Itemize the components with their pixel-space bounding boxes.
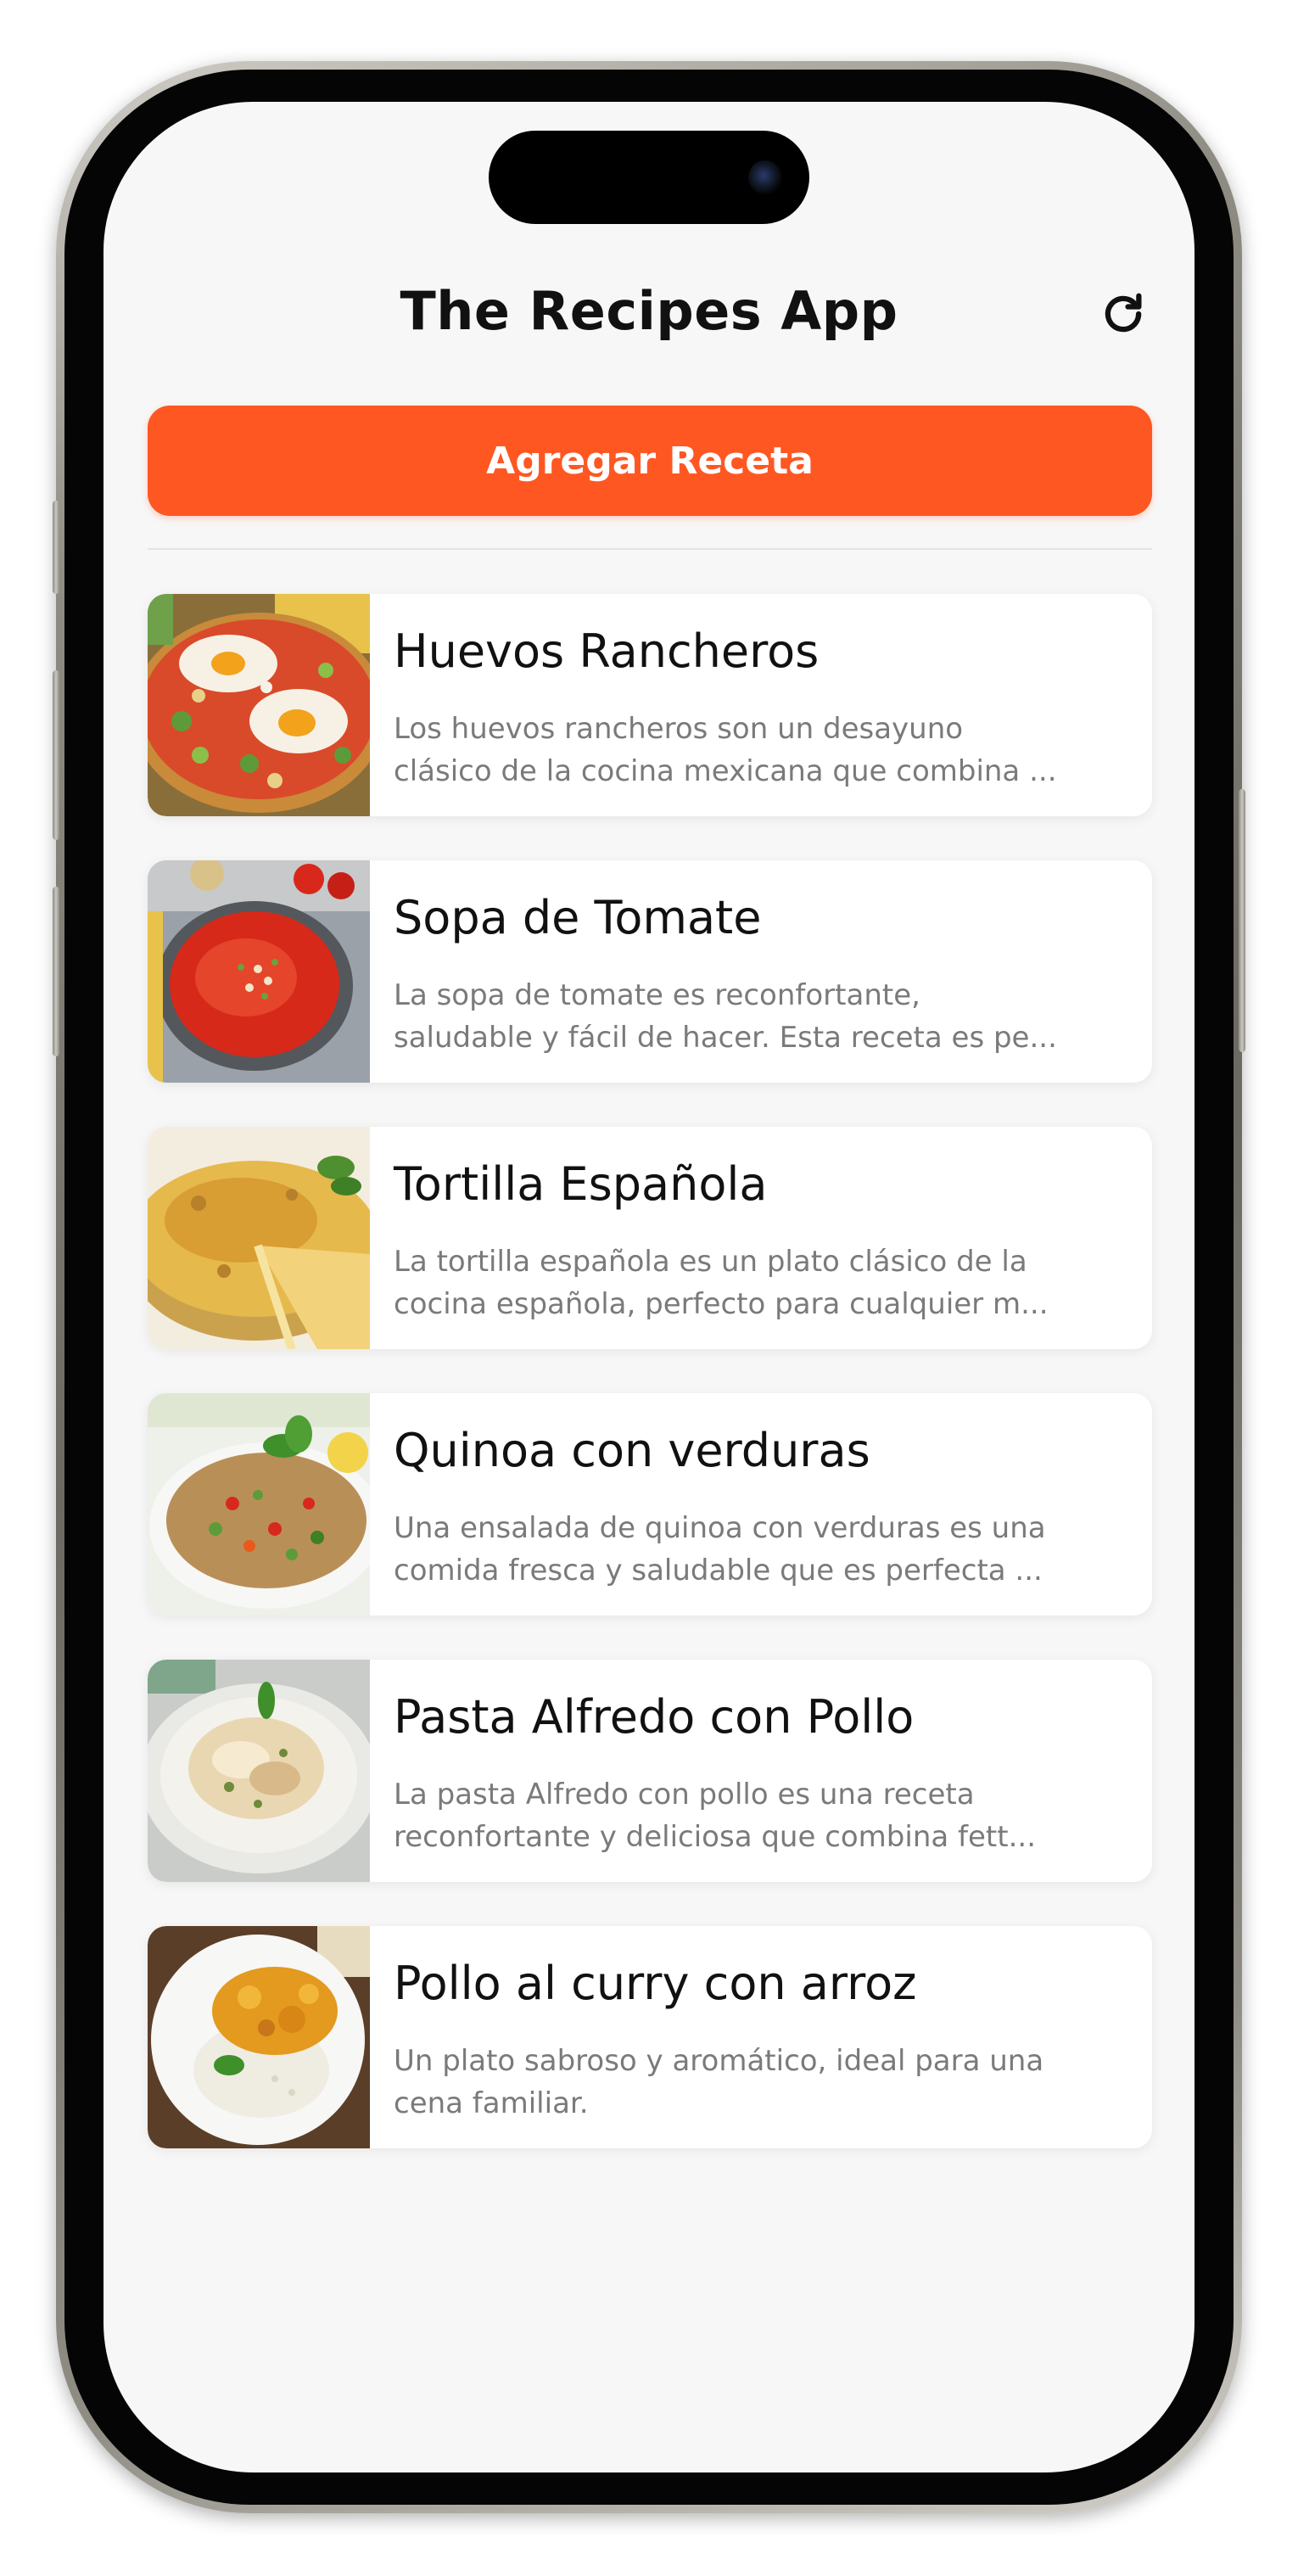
recipe-description-line: La sopa de tomate es reconfortante, bbox=[394, 978, 920, 1012]
recipe-description: Una ensalada de quinoa con verduras es u… bbox=[394, 1507, 1072, 1592]
recipe-description-line: clásico de la cocina mexicana que combin… bbox=[394, 754, 1057, 788]
action-button bbox=[53, 501, 59, 594]
recipe-image-pollo-al-curry-con-arroz bbox=[148, 1926, 370, 2148]
recipe-title: Tortilla Española bbox=[394, 1157, 768, 1211]
recipe-description-line: reconfortante y deliciosa que combina fe… bbox=[394, 1820, 1036, 1854]
recipe-description-line: La pasta Alfredo con pollo es una receta bbox=[394, 1778, 975, 1812]
recipe-title: Huevos Rancheros bbox=[394, 624, 820, 678]
dynamic-island bbox=[489, 131, 809, 224]
recipe-image-quinoa-con-verduras bbox=[148, 1393, 370, 1616]
recipe-description: La pasta Alfredo con pollo es una receta… bbox=[394, 1773, 1072, 1858]
recipe-title: Sopa de Tomate bbox=[394, 891, 762, 944]
recipe-description: La sopa de tomate es reconfortante, salu… bbox=[394, 974, 1072, 1059]
divider bbox=[148, 548, 1152, 550]
refresh-icon bbox=[1105, 293, 1142, 333]
add-recipe-button[interactable]: Agregar Receta bbox=[148, 406, 1152, 516]
recipe-description-line: Una ensalada de quinoa con verduras es u… bbox=[394, 1511, 1046, 1545]
page-title: The Recipes App bbox=[400, 280, 898, 342]
recipe-card-quinoa-con-verduras[interactable]: Quinoa con verduras Una ensalada de quin… bbox=[148, 1393, 1152, 1616]
recipe-description-line: saludable y fácil de hacer. Esta receta … bbox=[394, 1021, 1057, 1055]
recipe-description: La tortilla española es un plato clásico… bbox=[394, 1240, 1072, 1325]
front-camera bbox=[748, 160, 782, 194]
recipe-card-sopa-de-tomate[interactable]: Sopa de Tomate La sopa de tomate es reco… bbox=[148, 860, 1152, 1083]
refresh-button[interactable] bbox=[1096, 287, 1150, 341]
recipe-description-line: comida fresca y saludable que es perfect… bbox=[394, 1554, 1043, 1588]
recipe-image-tortilla-espanola bbox=[148, 1127, 370, 1349]
volume-up-button bbox=[53, 670, 59, 840]
recipe-description-line: La tortilla española es un plato clásico… bbox=[394, 1245, 1027, 1279]
power-button bbox=[1239, 789, 1245, 1052]
recipe-card-pasta-alfredo-con-pollo[interactable]: Pasta Alfredo con Pollo La pasta Alfredo… bbox=[148, 1660, 1152, 1882]
recipe-card-tortilla-espanola[interactable]: Tortilla Española La tortilla española e… bbox=[148, 1127, 1152, 1349]
recipe-description-line: Los huevos rancheros son un desayuno bbox=[394, 712, 964, 746]
recipe-title: Quinoa con verduras bbox=[394, 1424, 870, 1477]
recipe-image-sopa-de-tomate bbox=[148, 860, 370, 1083]
phone-screen: The Recipes App Agregar Receta Huevos Ra… bbox=[104, 102, 1194, 2472]
recipe-title: Pasta Alfredo con Pollo bbox=[394, 1690, 915, 1744]
recipe-image-pasta-alfredo-con-pollo bbox=[148, 1660, 370, 1882]
recipe-description-line: cocina española, perfecto para cualquier… bbox=[394, 1287, 1049, 1321]
recipe-card-pollo-al-curry-con-arroz[interactable]: Pollo al curry con arroz Un plato sabros… bbox=[148, 1926, 1152, 2148]
recipe-card-huevos-rancheros[interactable]: Huevos Rancheros Los huevos rancheros so… bbox=[148, 594, 1152, 816]
recipe-title: Pollo al curry con arroz bbox=[394, 1957, 917, 2010]
recipe-image-huevos-rancheros bbox=[148, 594, 370, 816]
recipe-description-line: cena familiar. bbox=[394, 2086, 589, 2120]
volume-down-button bbox=[53, 887, 59, 1056]
recipe-description-line: Un plato sabroso y aromático, ideal para… bbox=[394, 2044, 1044, 2078]
recipe-description: Un plato sabroso y aromático, ideal para… bbox=[394, 2040, 1072, 2125]
recipe-description: Los huevos rancheros son un desayuno clá… bbox=[394, 708, 1072, 792]
